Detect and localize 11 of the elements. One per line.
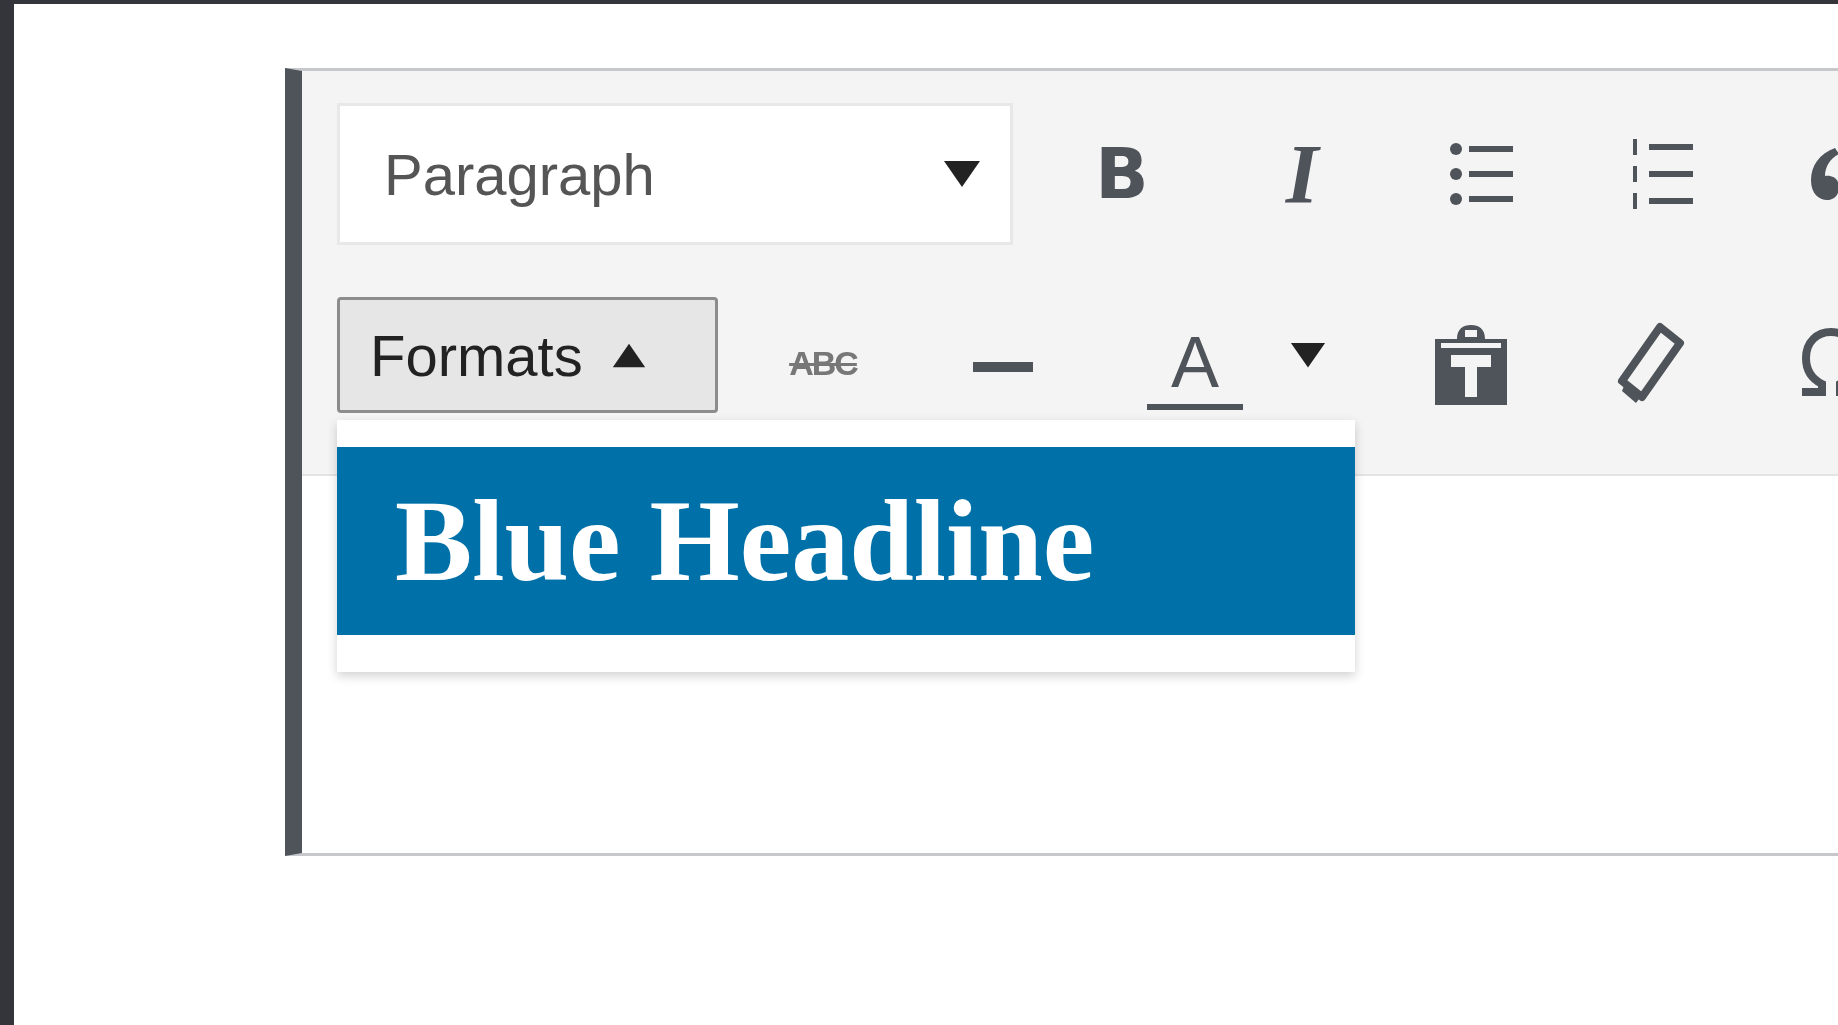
caret-icon	[942, 159, 982, 189]
block-format-select[interactable]: Paragraph	[337, 103, 1013, 245]
bullet-list-icon	[1449, 141, 1515, 207]
eraser-icon	[1616, 321, 1686, 405]
menu-item[interactable]: Blue Headline	[337, 447, 1355, 635]
text-color-button[interactable]: A	[1108, 297, 1366, 413]
caret-icon	[1289, 340, 1327, 370]
bold-button[interactable]: B	[1047, 116, 1197, 232]
italic-button[interactable]: I	[1227, 116, 1377, 232]
formats-button[interactable]: Formats	[337, 297, 718, 413]
strikethrough-button[interactable]: ABC	[748, 297, 898, 413]
